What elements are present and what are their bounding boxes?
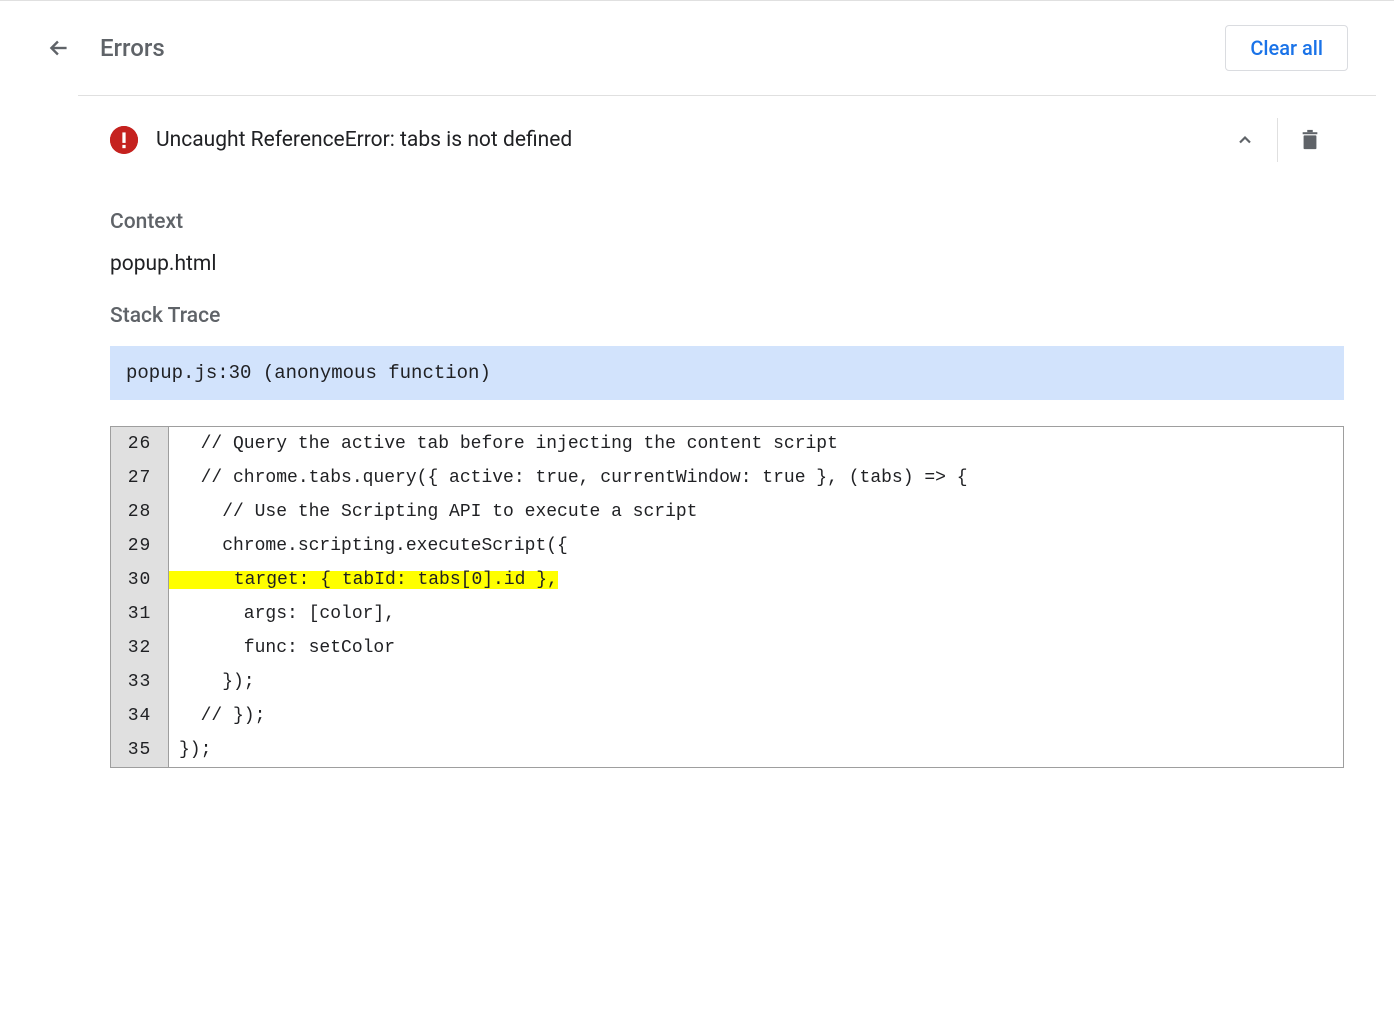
code-row: 26 // Query the active tab before inject… — [111, 427, 1343, 461]
code-line: func: setColor — [169, 631, 1343, 665]
code-row: 28 // Use the Scripting API to execute a… — [111, 495, 1343, 529]
code-line: }); — [169, 733, 1343, 767]
clear-all-button[interactable]: Clear all — [1225, 25, 1348, 71]
code-line-highlighted: target: { tabId: tabs[0].id }, — [169, 563, 1343, 597]
error-actions — [1213, 118, 1342, 162]
stack-trace-frame[interactable]: popup.js:30 (anonymous function) — [110, 346, 1344, 400]
code-row: 31 args: [color], — [111, 597, 1343, 631]
code-row: 29 chrome.scripting.executeScript({ — [111, 529, 1343, 563]
code-line: // Query the active tab before injecting… — [169, 427, 1343, 461]
line-number: 27 — [111, 461, 169, 495]
page-title: Errors — [100, 34, 165, 62]
back-arrow-icon[interactable] — [46, 35, 72, 61]
context-value: popup.html — [110, 252, 1344, 276]
code-line: args: [color], — [169, 597, 1343, 631]
code-row: 33 }); — [111, 665, 1343, 699]
code-row: 35}); — [111, 733, 1343, 767]
code-line: }); — [169, 665, 1343, 699]
line-number: 30 — [111, 563, 169, 597]
context-label: Context — [110, 210, 1344, 234]
errors-page: Errors Clear all Uncaught ReferenceError… — [0, 0, 1394, 800]
code-row: 34 // }); — [111, 699, 1343, 733]
header-bar: Errors Clear all — [18, 1, 1376, 95]
stack-trace-label: Stack Trace — [110, 304, 1344, 328]
error-detail: Context popup.html Stack Trace popup.js:… — [18, 210, 1376, 800]
line-number: 28 — [111, 495, 169, 529]
code-line: // }); — [169, 699, 1343, 733]
line-number: 26 — [111, 427, 169, 461]
code-row: 30 target: { tabId: tabs[0].id }, — [111, 563, 1343, 597]
delete-icon[interactable] — [1278, 120, 1342, 160]
line-number: 32 — [111, 631, 169, 665]
code-line: // Use the Scripting API to execute a sc… — [169, 495, 1343, 529]
line-number: 34 — [111, 699, 169, 733]
error-message: Uncaught ReferenceError: tabs is not def… — [156, 128, 1195, 152]
code-row: 32 func: setColor — [111, 631, 1343, 665]
header-left: Errors — [46, 34, 165, 62]
line-number: 31 — [111, 597, 169, 631]
code-line: chrome.scripting.executeScript({ — [169, 529, 1343, 563]
code-row: 27 // chrome.tabs.query({ active: true, … — [111, 461, 1343, 495]
line-number: 35 — [111, 733, 169, 767]
line-number: 29 — [111, 529, 169, 563]
line-number: 33 — [111, 665, 169, 699]
code-line: // chrome.tabs.query({ active: true, cur… — [169, 461, 1343, 495]
error-row[interactable]: Uncaught ReferenceError: tabs is not def… — [78, 96, 1376, 184]
error-icon — [110, 126, 138, 154]
collapse-chevron-icon[interactable] — [1213, 120, 1277, 160]
code-block: 26 // Query the active tab before inject… — [110, 426, 1344, 768]
